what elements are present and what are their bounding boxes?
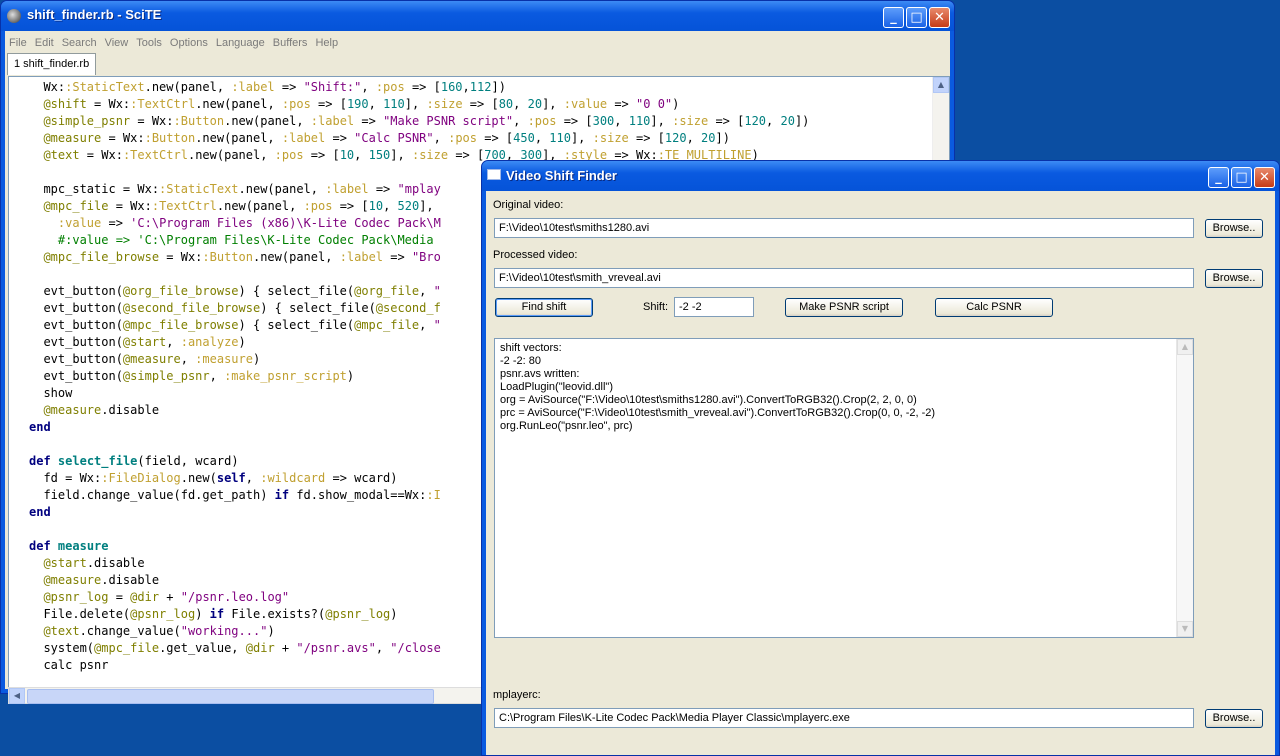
calc-psnr-button[interactable]: Calc PSNR	[935, 298, 1053, 317]
menu-options[interactable]: Options	[166, 33, 212, 49]
make-psnr-script-button[interactable]: Make PSNR script	[785, 298, 903, 317]
video-shift-finder-window: Video Shift Finder _ □ ✕ Original video:…	[481, 160, 1280, 756]
close-button[interactable]: ✕	[929, 7, 950, 28]
menu-file[interactable]: File	[5, 33, 31, 49]
menu-search[interactable]: Search	[58, 33, 101, 49]
vsf-minimize-button[interactable]: _	[1208, 167, 1229, 188]
processed-video-label: Processed video:	[493, 249, 578, 261]
processed-browse-button[interactable]: Browse..	[1205, 269, 1263, 288]
mplayerc-field[interactable]: C:\Program Files\K-Lite Codec Pack\Media…	[494, 708, 1194, 728]
mplayerc-label: mplayerc:	[493, 689, 541, 701]
processed-video-field[interactable]: F:\Video\10test\smith_vreveal.avi	[494, 268, 1194, 288]
output-vertical-scrollbar[interactable]: ▲ ▼	[1176, 339, 1193, 637]
scroll-up-icon[interactable]: ▲	[933, 77, 949, 93]
menu-view[interactable]: View	[101, 33, 133, 49]
scite-titlebar[interactable]: shift_finder.rb - SciTE _ □ ✕	[1, 1, 954, 31]
original-video-field[interactable]: F:\Video\10test\smiths1280.avi	[494, 218, 1194, 238]
code-line: @simple_psnr = Wx::Button.new(panel, :la…	[43, 114, 810, 128]
scite-app-icon	[7, 9, 21, 23]
code-line: @shift = Wx::TextCtrl.new(panel, :pos =>…	[43, 97, 680, 111]
minimize-button[interactable]: _	[883, 7, 904, 28]
menu-edit[interactable]: Edit	[31, 33, 58, 49]
scite-title: shift_finder.rb - SciTE	[27, 7, 162, 22]
horizontal-scroll-thumb[interactable]	[27, 689, 434, 704]
vsf-titlebar[interactable]: Video Shift Finder _ □ ✕	[482, 161, 1279, 191]
tab-shift-finder[interactable]: 1 shift_finder.rb	[7, 53, 97, 75]
vsf-maximize-button[interactable]: □	[1231, 167, 1252, 188]
window-app-icon	[487, 169, 501, 180]
menu-buffers[interactable]: Buffers	[269, 33, 312, 49]
menu-language[interactable]: Language	[212, 33, 269, 49]
menu-help[interactable]: Help	[311, 33, 342, 49]
original-video-label: Original video:	[493, 199, 564, 211]
menu-bar: File Edit Search View Tools Options Language Bu…	[5, 31, 950, 51]
scroll-left-icon[interactable]: ◀	[9, 688, 25, 704]
find-shift-button[interactable]: Find shift	[495, 298, 593, 317]
vsf-panel: Original video: F:\Video\10test\smiths12…	[486, 191, 1275, 755]
scroll-down-icon[interactable]: ▼	[1177, 621, 1193, 637]
shift-field[interactable]: -2 -2	[674, 297, 754, 317]
vsf-title: Video Shift Finder	[506, 168, 617, 183]
mplayerc-browse-button[interactable]: Browse..	[1205, 709, 1263, 728]
original-browse-button[interactable]: Browse..	[1205, 219, 1263, 238]
scroll-up-icon[interactable]: ▲	[1177, 339, 1193, 355]
output-textarea[interactable]: shift vectors: -2 -2: 80 psnr.avs writte…	[494, 338, 1194, 638]
maximize-button[interactable]: □	[906, 7, 927, 28]
tab-strip: 1 shift_finder.rb	[5, 52, 950, 75]
shift-label: Shift:	[643, 301, 669, 313]
code-line: @measure = Wx::Button.new(panel, :label …	[43, 131, 730, 145]
menu-tools[interactable]: Tools	[132, 33, 166, 49]
vsf-close-button[interactable]: ✕	[1254, 167, 1275, 188]
output-text: shift vectors: -2 -2: 80 psnr.avs writte…	[500, 342, 936, 432]
code-line: Wx::StaticText.new(panel, :label => "Shi…	[29, 80, 506, 94]
